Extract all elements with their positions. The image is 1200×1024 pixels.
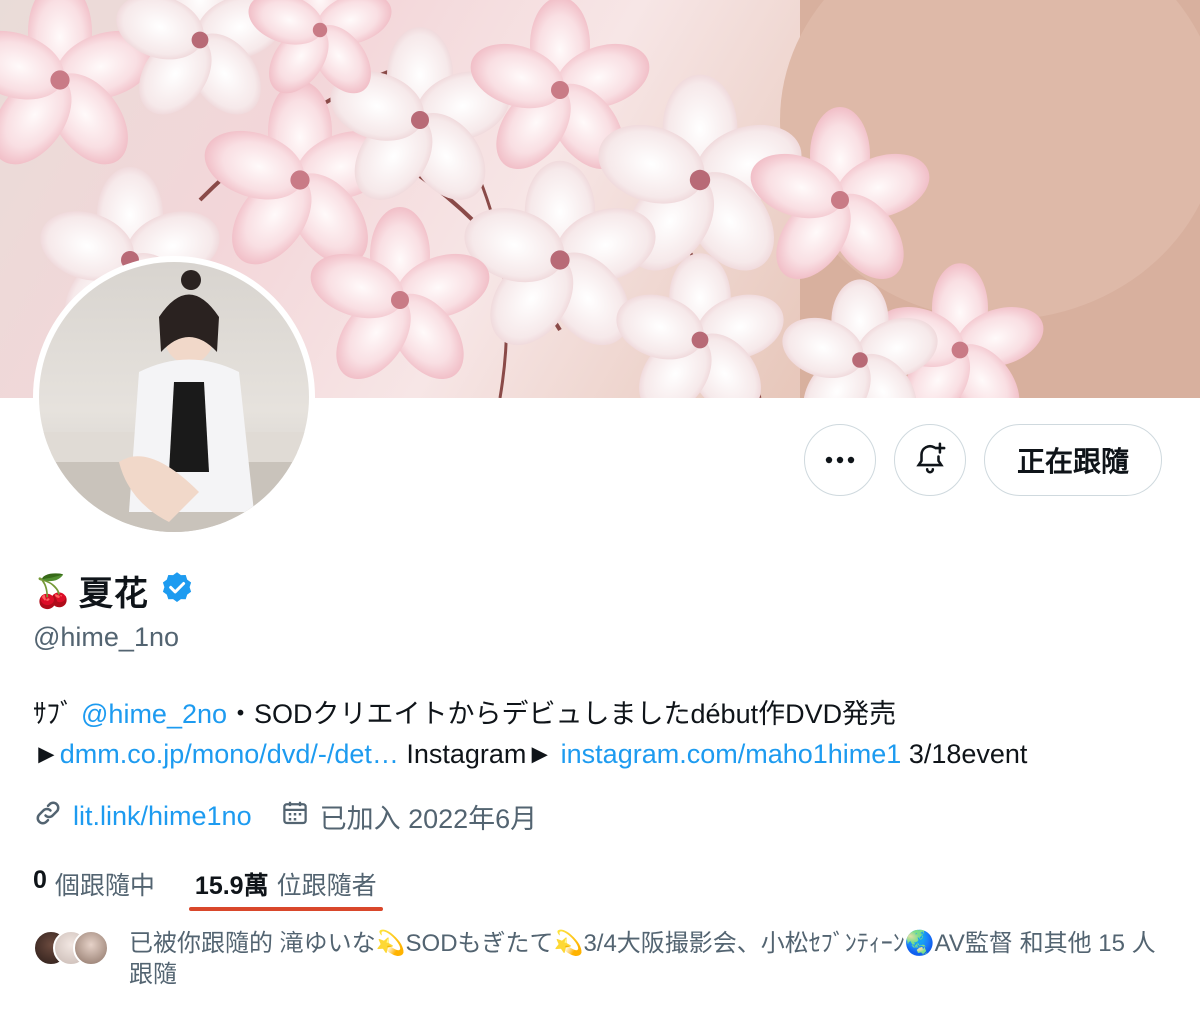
profile-stats: 0 個跟隨中 15.9萬 位跟隨者	[33, 866, 417, 911]
bio-event-text: 3/18event	[901, 739, 1028, 769]
profile-handle: @hime_1no	[33, 622, 179, 652]
followers-stat[interactable]: 15.9萬 位跟隨者	[188, 866, 383, 911]
profile-name-row: 🍒 夏花	[33, 566, 195, 615]
following-stat[interactable]: 0 個跟隨中	[33, 866, 155, 902]
website-link[interactable]: lit.link/hime1no	[73, 801, 252, 832]
link-icon	[33, 798, 63, 835]
known-followers-text: 已被你跟隨的 滝ゆいな💫SODもぎたて💫3/4大阪撮影会、小松ｾﾌﾞﾝﾃｨｰﾝ🌏…	[129, 930, 1156, 988]
bell-plus-icon	[913, 441, 947, 480]
profile-actions: 正在跟隨	[803, 424, 1162, 496]
notify-button[interactable]	[893, 424, 966, 496]
known-follower-avatar	[73, 930, 109, 966]
bio-instagram-link[interactable]: instagram.com/maho1hime1	[561, 739, 902, 769]
known-followers-avatars	[33, 930, 113, 966]
bio-arrow: ►	[33, 739, 60, 769]
following-label: 個跟隨中	[54, 872, 155, 900]
cherry-emoji: 🍒	[33, 572, 73, 609]
joined-date: 已加入 2022年6月	[319, 804, 538, 834]
calendar-icon	[280, 798, 310, 835]
following-button[interactable]: 正在跟隨	[983, 424, 1162, 496]
profile-avatar[interactable]	[33, 256, 315, 538]
bio-line-1: ｻﾌﾞ @hime_2no・SODクリエイトからデビュしましたdébut作DVD…	[33, 694, 1183, 734]
more-icon	[825, 451, 855, 469]
following-count: 0	[33, 866, 47, 894]
known-followers[interactable]: 已被你跟隨的 滝ゆいな💫SODもぎたて💫3/4大阪撮影会、小松ｾﾌﾞﾝﾃｨｰﾝ🌏…	[33, 928, 1169, 990]
bio-dmm-link[interactable]: dmm.co.jp/mono/dvd/-/det…	[60, 739, 399, 769]
bio-prefix: ｻﾌﾞ	[33, 699, 82, 729]
avatar-image	[39, 262, 309, 532]
bio-instagram-label: Instagram►	[398, 739, 561, 769]
bio-line-2: ►dmm.co.jp/mono/dvd/-/det… Instagram► in…	[33, 734, 1183, 774]
bio-mention-link[interactable]: @hime_2no	[81, 699, 227, 729]
more-button[interactable]	[803, 424, 876, 496]
followers-underline	[188, 907, 383, 911]
followers-count: 15.9萬	[194, 872, 269, 900]
bio-text: ・SODクリエイトからデビュしましたdébut作DVD発売	[227, 699, 897, 729]
profile-joined: 已加入 2022年6月	[280, 797, 538, 836]
display-name: 夏花	[78, 575, 149, 613]
profile-meta: lit.link/hime1no 已加入 2022年6月	[33, 797, 565, 836]
followers-label: 位跟隨者	[276, 872, 377, 900]
verified-badge-icon[interactable]	[159, 570, 195, 611]
profile-website: lit.link/hime1no	[33, 798, 252, 835]
profile-bio: ｻﾌﾞ @hime_2no・SODクリエイトからデビュしましたdébut作DVD…	[33, 694, 1183, 774]
